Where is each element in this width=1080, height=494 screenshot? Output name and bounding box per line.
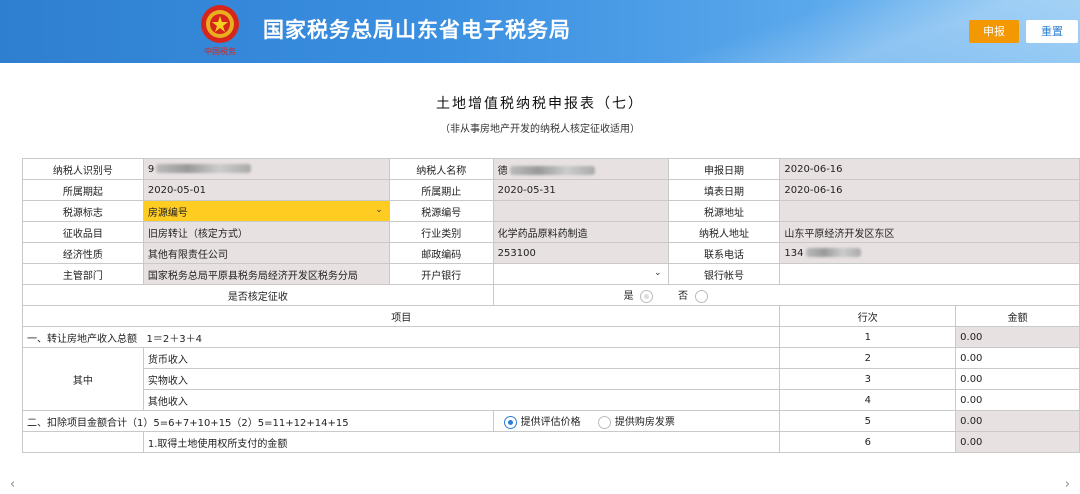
bank-label: 开户银行 — [388, 263, 494, 285]
declaration-table: 纳税人识别号 9 纳税人名称 德 申报日期 2020-06-16 所属期起 20… — [21, 158, 1080, 453]
account-input[interactable] — [779, 263, 1080, 285]
period-end-label: 所属期止 — [388, 179, 494, 201]
industry-label: 行业类别 — [388, 221, 494, 243]
fill-date-value: 2020-06-16 — [779, 179, 1080, 201]
row5-no: 5 — [779, 410, 957, 432]
svg-text:中国税务: 中国税务 — [204, 46, 236, 56]
col-header-item: 项目 — [21, 305, 781, 327]
taxpayer-name-label: 纳税人名称 — [388, 158, 494, 180]
assess-label: 是否核定征收 — [22, 284, 494, 306]
redacted-mark — [509, 166, 595, 175]
fill-date-label: 填表日期 — [667, 179, 781, 201]
postcode-value: 253100 — [492, 242, 669, 264]
row1-amount: 0.00 — [955, 326, 1080, 348]
source-addr-label: 税源地址 — [667, 200, 781, 222]
redacted-mark — [156, 164, 252, 173]
row2-amount-input[interactable]: 0.00 — [955, 347, 1080, 369]
levy-item-value: 旧房转让（核定方式） — [142, 221, 390, 243]
dept-value: 国家税务总局平原县税务局经济开发区税务分局 — [142, 263, 390, 285]
row3-label: 实物收入 — [142, 368, 781, 390]
taxpayer-id-value: 9 — [142, 158, 390, 180]
declare-date-value: 2020-06-16 — [779, 158, 1080, 180]
phone-value: 134 — [779, 242, 1080, 264]
assess-yes-radio[interactable] — [639, 289, 653, 303]
row3-amount-input[interactable]: 0.00 — [955, 368, 1080, 390]
row4-label: 其他收入 — [142, 389, 781, 411]
row5-amount: 0.00 — [955, 410, 1080, 432]
dept-label: 主管部门 — [22, 263, 144, 285]
redacted-mark — [805, 248, 861, 257]
form-title: 土地增值税纳税申报表（七） — [436, 96, 644, 112]
horizontal-scrollbar[interactable]: ‹ › — [0, 477, 1080, 494]
app-header: 中国税务 国家税务总局山东省电子税务局 申报 重置 — [0, 0, 1080, 63]
source-no-value — [492, 200, 669, 222]
taxpayer-addr-label: 纳税人地址 — [667, 221, 781, 243]
col-header-amount: 金额 — [955, 305, 1080, 327]
source-flag-select[interactable]: 房源编号 ⌄ — [142, 200, 390, 222]
row1-formula: 1＝2＋3＋4 — [146, 333, 202, 345]
taxpayer-addr-value: 山东平原经济开发区东区 — [779, 221, 1080, 243]
source-addr-value — [779, 200, 1080, 222]
phone-label: 联系电话 — [667, 242, 781, 264]
chevron-down-icon: ⌄ — [653, 268, 662, 278]
declare-date-label: 申报日期 — [667, 158, 781, 180]
row3-no: 3 — [779, 368, 957, 390]
row2-label: 货币收入 — [142, 347, 781, 369]
row6-label: 1.取得土地使用权所支付的金额 — [142, 431, 781, 453]
taxpayer-id-label: 纳税人识别号 — [22, 158, 144, 180]
row2-no: 2 — [779, 347, 957, 369]
row6-blank — [22, 431, 144, 453]
period-start-value: 2020-05-01 — [142, 179, 390, 201]
row6-amount: 0.00 — [955, 431, 1080, 453]
scroll-left-icon[interactable]: ‹ — [10, 477, 15, 492]
industry-value: 化学药品原料药制造 — [492, 221, 669, 243]
header-title: 国家税务总局山东省电子税务局 — [263, 18, 571, 42]
econ-type-value: 其他有限责任公司 — [142, 242, 390, 264]
evaluation-price-label: 提供评估价格 — [520, 417, 581, 429]
among-label: 其中 — [22, 347, 144, 411]
scroll-right-icon[interactable]: › — [1065, 477, 1070, 492]
assess-radio-group: 是 否 — [492, 284, 1080, 306]
chevron-down-icon: ⌄ — [375, 205, 383, 215]
national-emblem-icon: 中国税务 — [201, 5, 239, 56]
econ-type-label: 经济性质 — [22, 242, 144, 264]
row1-no: 1 — [779, 326, 957, 348]
source-no-label: 税源编号 — [388, 200, 494, 222]
evaluation-price-radio[interactable] — [503, 415, 517, 429]
account-label: 银行帐号 — [667, 263, 781, 285]
row1-label: 一、转让房地产收入总额 1＝2＋3＋4 — [21, 326, 781, 348]
row5-options: 提供评估价格 提供购房发票 — [492, 410, 781, 432]
row6-no: 6 — [779, 431, 957, 453]
form-subtitle: （非从事房地产开发的纳税人核定征收适用） — [440, 124, 640, 135]
period-end-value: 2020-05-31 — [492, 179, 669, 201]
bank-select[interactable]: ⌄ — [492, 263, 669, 285]
submit-button[interactable]: 申报 — [969, 20, 1019, 43]
assess-no-radio[interactable] — [695, 289, 709, 303]
row4-no: 4 — [779, 389, 957, 411]
assess-no-label: 否 — [678, 291, 689, 303]
row5-label: 二、扣除项目金额合计（1）5=6+7+10+15（2）5=11+12+14+15 — [22, 410, 494, 432]
reset-button[interactable]: 重置 — [1026, 20, 1078, 43]
period-start-label: 所属期起 — [22, 179, 144, 201]
col-header-row: 行次 — [779, 305, 957, 327]
postcode-label: 邮政编码 — [388, 242, 494, 264]
levy-item-label: 征收品目 — [22, 221, 144, 243]
taxpayer-name-value: 德 — [492, 158, 669, 180]
assess-yes-label: 是 — [623, 291, 634, 303]
row4-amount-input[interactable]: 0.00 — [955, 389, 1080, 411]
purchase-invoice-label: 提供购房发票 — [614, 417, 675, 429]
purchase-invoice-radio[interactable] — [597, 415, 611, 429]
source-flag-label: 税源标志 — [22, 200, 144, 222]
